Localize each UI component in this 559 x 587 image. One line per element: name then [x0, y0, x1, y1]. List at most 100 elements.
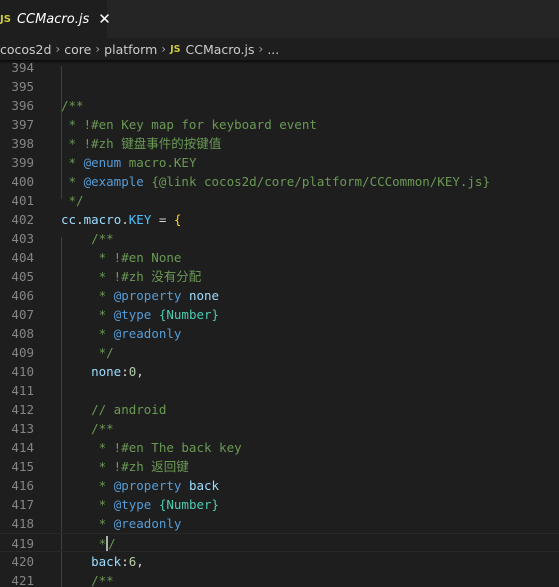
code-token-identifier: cc [61, 212, 77, 227]
code-text: /** [61, 96, 84, 115]
code-token-identifier: back [91, 554, 122, 569]
code-line[interactable]: 415 * !#zh 返回键 [0, 457, 559, 476]
code-line[interactable]: 407 * @type {Number} [0, 305, 559, 324]
line-number: 416 [11, 478, 34, 493]
chevron-right-icon: › [95, 42, 101, 56]
breadcrumb-item-symbols[interactable]: ... [267, 42, 279, 57]
code-line[interactable]: 414 * !#en The back key [0, 438, 559, 457]
code-line[interactable]: 400 * @example {@link cocos2d/core/platf… [0, 172, 559, 191]
code-token-comment: {@link cocos2d/core/platform/CCCommon/KE… [143, 174, 490, 189]
code-token-bracket: { [173, 212, 182, 227]
line-number: 400 [11, 174, 34, 189]
breadcrumb-item-file[interactable]: CCMacro.js [185, 42, 254, 57]
code-token-comment: /** [61, 573, 114, 587]
code-editor[interactable]: 394 395 396/** 397 * !#en Key map for keybo… [0, 60, 559, 587]
line-number: 401 [11, 193, 34, 208]
breadcrumb-item-platform[interactable]: platform [104, 42, 157, 57]
line-number: 414 [11, 440, 34, 455]
code-token-doc-param: back [188, 478, 220, 493]
code-line[interactable]: 404 * !#en None [0, 248, 559, 267]
code-text: */ [61, 534, 116, 553]
chevron-right-icon: › [258, 42, 264, 56]
code-line[interactable]: 417 * @type {Number} [0, 495, 559, 514]
code-token-comment: * !#en The back key [61, 440, 242, 455]
code-token-comment [181, 288, 189, 303]
chevron-right-icon: › [161, 42, 167, 56]
code-line[interactable]: 411 [0, 381, 559, 400]
code-line[interactable]: 419 * / [0, 533, 559, 552]
code-line[interactable]: 397 * !#en Key map for keyboard event [0, 115, 559, 134]
code-token-comment: * !#en None [61, 250, 182, 265]
javascript-file-icon: JS [0, 13, 11, 25]
code-token-plain: : [121, 554, 129, 569]
code-line[interactable]: 396 /** [0, 96, 559, 115]
code-token-plain: . [76, 212, 84, 227]
code-token-comment: */ [61, 193, 84, 208]
code-line[interactable]: 403 /** [0, 229, 559, 248]
line-number: 409 [11, 345, 34, 360]
tab-ccmacro-js[interactable]: JS CCMacro.js ✕ [0, 0, 111, 38]
line-number: 421 [11, 573, 34, 587]
editor-tab-bar: JS CCMacro.js ✕ [0, 0, 559, 38]
code-text: back:6, [61, 552, 144, 571]
breadcrumb-item-cocos2d[interactable]: cocos2d [0, 42, 51, 57]
line-number: 415 [11, 459, 34, 474]
code-line[interactable]: 416 * @property back [0, 476, 559, 495]
code-text: * @readonly [61, 324, 182, 343]
code-token-comment: * [61, 326, 114, 341]
line-number: 413 [11, 421, 34, 436]
code-text: * !#en Key map for keyboard event [61, 115, 317, 134]
code-token-comment [151, 307, 159, 322]
code-token-comment: * !#en Key map for keyboard event [61, 117, 317, 132]
line-number: 420 [11, 554, 34, 569]
code-token-comment: * [61, 174, 84, 189]
code-text: * !#zh 键盘事件的按键值 [61, 134, 222, 153]
code-token-comment: /** [61, 98, 84, 113]
code-token-comment: * !#zh 键盘事件的按键值 [61, 136, 222, 151]
code-token-comment: */ [61, 345, 114, 360]
code-line[interactable]: 421 /** [0, 571, 559, 587]
code-text: * @type {Number} [61, 495, 219, 514]
code-token-comment: // android [61, 402, 167, 417]
line-number: 403 [11, 231, 34, 246]
code-token-doc-type: {Number} [158, 307, 220, 322]
line-number: 412 [11, 402, 34, 417]
code-line[interactable]: 398 * !#zh 键盘事件的按键值 [0, 134, 559, 153]
code-line[interactable]: 405 * !#zh 没有分配 [0, 267, 559, 286]
code-line[interactable]: 399 * @enum macro.KEY [0, 153, 559, 172]
close-icon[interactable]: ✕ [98, 11, 111, 27]
code-line[interactable]: 408 * @readonly [0, 324, 559, 343]
breadcrumb-item-core[interactable]: core [64, 42, 91, 57]
code-text: cc.macro.KEY = { [61, 210, 181, 229]
code-token-comment: * [61, 536, 107, 551]
code-line[interactable]: 406 * @property none [0, 286, 559, 305]
line-number: 398 [11, 136, 34, 151]
code-token-comment: /** [61, 421, 114, 436]
code-token-comment: * [61, 516, 114, 531]
code-token-doc-tag: @readonly [113, 326, 182, 341]
line-number: 418 [11, 516, 34, 531]
code-text: */ [61, 191, 84, 210]
breadcrumb: cocos2d › core › platform › JS CCMacro.j… [0, 38, 559, 60]
code-line[interactable]: 420 back:6, [0, 552, 559, 571]
code-line[interactable]: 395 [0, 77, 559, 96]
code-line[interactable]: 412 // android [0, 400, 559, 419]
code-line[interactable]: 402 cc.macro.KEY = { [0, 210, 559, 229]
code-line[interactable]: 409 */ [0, 343, 559, 362]
code-line[interactable]: 418 * @readonly [0, 514, 559, 533]
code-line[interactable]: 410 none:0, [0, 362, 559, 381]
code-line[interactable]: 413 /** [0, 419, 559, 438]
code-text: * @property none [61, 286, 219, 305]
code-token-doc-tag: @property [113, 478, 182, 493]
code-line[interactable]: 401 */ [0, 191, 559, 210]
code-text: /** [61, 419, 114, 438]
line-number: 396 [11, 98, 34, 113]
code-token-identifier: none [91, 364, 122, 379]
code-token-comment [151, 497, 159, 512]
code-token-comment: * [61, 478, 114, 493]
line-number: 407 [11, 307, 34, 322]
code-token-plain: . [121, 212, 129, 227]
code-token-plain: , [136, 364, 144, 379]
